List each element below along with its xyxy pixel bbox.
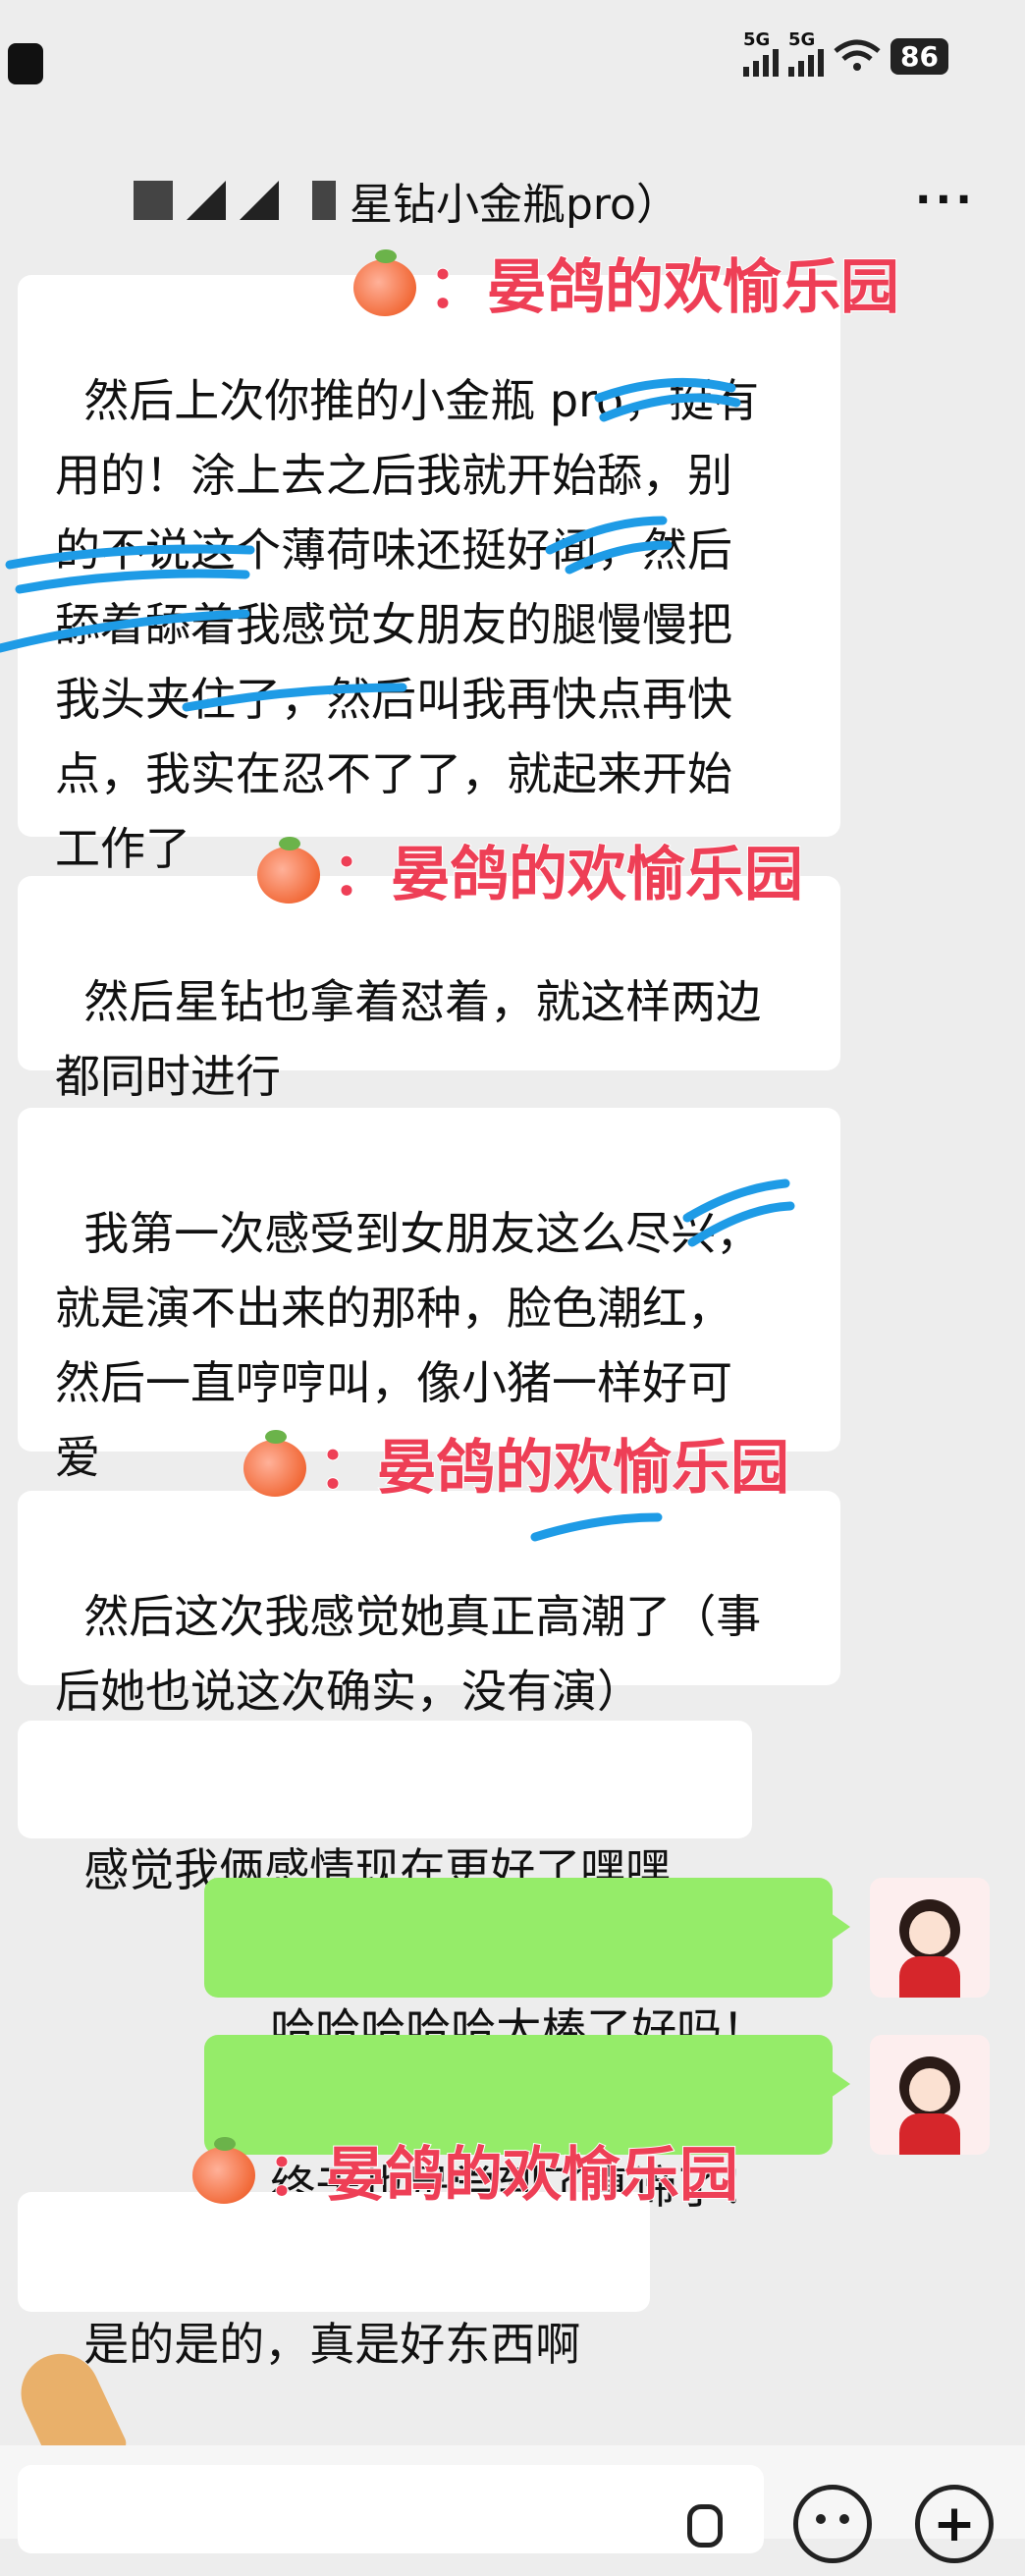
signal-icon-2: 5G (788, 29, 825, 77)
message-incoming[interactable]: 我第一次感受到女朋友这么尽兴， 就是演不出来的那种，脸色潮红， 然后一直哼哼叫，… (18, 1108, 840, 1484)
battery-indicator: 86 (890, 37, 948, 75)
camera-cutout-icon (8, 43, 43, 84)
status-bar: 5G 5G 86 (0, 0, 1025, 118)
redaction-block (187, 181, 226, 220)
message-text: 然后这次我感觉她真正高潮了（事 后她也说这次确实，没有演） (55, 1590, 762, 1718)
chat-title-text: 星钻小金瓶pro） (350, 180, 679, 230)
redaction-block (312, 181, 336, 220)
watermark: ：晏鸽的欢愉乐园 (350, 240, 900, 325)
redaction-block (134, 181, 173, 220)
emoji-icon (816, 2514, 849, 2524)
watermark: ：晏鸽的欢愉乐园 (253, 827, 804, 912)
avatar[interactable] (870, 2035, 990, 2155)
wifi-icon (834, 39, 881, 71)
message-text: 然后上次你推的小金瓶 pro，挺有 用的！涂上去之后我就开始舔，别 的不说这个薄… (55, 374, 760, 875)
message-incoming[interactable]: 然后这次我感觉她真正高潮了（事 后她也说这次确实，没有演） (18, 1491, 840, 1718)
signal-icon: 5G (743, 29, 780, 77)
watermark: ：晏鸽的欢愉乐园 (240, 1420, 790, 1506)
message-text: 然后星钻也拿着怼着，就这样两边 都同时进行 (55, 975, 762, 1103)
more-options-icon[interactable]: ··· (915, 175, 976, 225)
network-label-2: 5G (788, 29, 816, 50)
message-text: 是的是的，真是好东西啊 (83, 2318, 581, 2371)
message-outgoing[interactable]: 哈哈哈哈哈太棒了好吗！ (204, 1878, 850, 2056)
emoji-button[interactable] (793, 2485, 872, 2563)
peach-icon (240, 1429, 310, 1497)
add-button[interactable]: + (915, 2485, 994, 2563)
peach-icon (350, 248, 420, 316)
message-incoming[interactable]: 然后上次你推的小金瓶 pro，挺有 用的！涂上去之后我就开始舔，别 的不说这个薄… (18, 275, 840, 875)
redaction-block (240, 181, 279, 220)
message-incoming[interactable]: 感觉我俩感情现在更好了嘿嘿 (18, 1721, 752, 1896)
peach-icon (189, 2136, 259, 2204)
watermark: ：晏鸽的欢愉乐园 (189, 2127, 739, 2213)
add-icon: + (933, 2494, 976, 2553)
avatar[interactable] (870, 1878, 990, 1998)
network-label: 5G (743, 29, 771, 50)
peach-icon (253, 836, 324, 904)
microphone-icon[interactable] (687, 2504, 723, 2548)
chat-title[interactable]: 星钻小金瓶pro） (134, 169, 679, 232)
message-input[interactable] (18, 2465, 764, 2553)
